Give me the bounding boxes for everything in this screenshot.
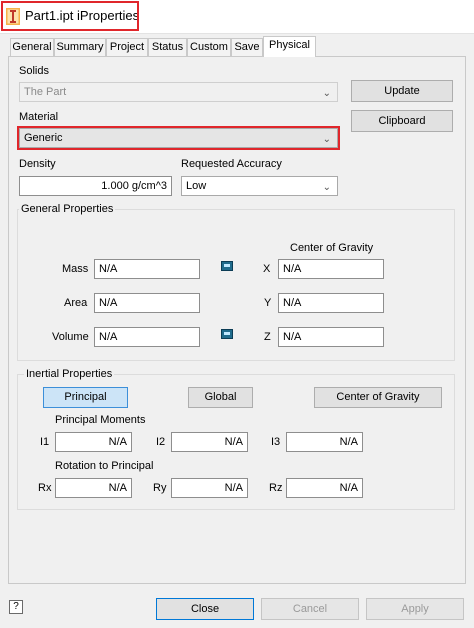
i3-field[interactable]: N/A	[286, 432, 363, 452]
cog-x-field[interactable]: N/A	[278, 259, 384, 279]
solids-value: The Part	[24, 86, 67, 98]
material-highlight-box	[17, 126, 340, 150]
i3-label: I3	[271, 436, 281, 448]
density-label: Density	[19, 158, 56, 170]
cog-z-field[interactable]: N/A	[278, 327, 384, 347]
help-icon[interactable]: ?	[9, 600, 23, 614]
close-button[interactable]: Close	[156, 598, 254, 620]
chevron-down-icon: ⌄	[322, 182, 331, 193]
principal-button[interactable]: Principal	[43, 387, 128, 408]
accuracy-select[interactable]: Low ⌄	[181, 176, 338, 196]
global-button[interactable]: Global	[188, 387, 253, 408]
density-field[interactable]: 1.000 g/cm^3	[19, 176, 172, 196]
volume-field[interactable]: N/A	[94, 327, 200, 347]
i1-label: I1	[40, 436, 50, 448]
volume-label: Volume	[52, 331, 89, 343]
calculator-icon[interactable]	[221, 261, 233, 271]
inertial-properties-label: Inertial Properties	[24, 368, 115, 380]
rotation-to-principal-label: Rotation to Principal	[55, 460, 154, 472]
principal-moments-label: Principal Moments	[55, 414, 146, 426]
rx-field[interactable]: N/A	[55, 478, 132, 498]
area-label: Area	[64, 297, 88, 309]
i2-field[interactable]: N/A	[171, 432, 248, 452]
z-label: Z	[264, 331, 271, 343]
cancel-button[interactable]: Cancel	[261, 598, 359, 620]
update-button[interactable]: Update	[351, 80, 453, 102]
rx-label: Rx	[38, 482, 52, 494]
tab-project[interactable]: Project	[106, 38, 148, 56]
area-field[interactable]: N/A	[94, 293, 200, 313]
tab-save[interactable]: Save	[231, 38, 263, 56]
i2-label: I2	[156, 436, 166, 448]
ry-label: Ry	[153, 482, 167, 494]
center-of-gravity-button[interactable]: Center of Gravity	[314, 387, 442, 408]
tab-summary[interactable]: Summary	[54, 38, 106, 56]
i1-field[interactable]: N/A	[55, 432, 132, 452]
calculator-icon[interactable]	[221, 329, 233, 339]
rz-label: Rz	[269, 482, 283, 494]
accuracy-label: Requested Accuracy	[181, 158, 282, 170]
accuracy-value: Low	[186, 180, 207, 192]
apply-button[interactable]: Apply	[366, 598, 464, 620]
chevron-down-icon: ⌄	[322, 88, 331, 99]
tab-physical[interactable]: Physical	[263, 36, 316, 57]
ry-field[interactable]: N/A	[171, 478, 248, 498]
clipboard-button[interactable]: Clipboard	[351, 110, 453, 132]
solids-select[interactable]: The Part ⌄	[19, 82, 338, 102]
title-highlight-box	[1, 1, 139, 31]
tab-status[interactable]: Status	[148, 38, 187, 56]
tab-general[interactable]: General	[10, 38, 54, 56]
material-label: Material	[19, 111, 59, 123]
mass-field[interactable]: N/A	[94, 259, 200, 279]
rz-field[interactable]: N/A	[286, 478, 363, 498]
solids-label: Solids	[19, 65, 49, 77]
center-of-gravity-label: Center of Gravity	[290, 242, 374, 254]
general-properties-label: General Properties	[19, 203, 116, 215]
tab-custom[interactable]: Custom	[187, 38, 231, 56]
x-label: X	[263, 263, 271, 275]
cog-y-field[interactable]: N/A	[278, 293, 384, 313]
mass-label: Mass	[62, 263, 89, 275]
y-label: Y	[264, 297, 272, 309]
